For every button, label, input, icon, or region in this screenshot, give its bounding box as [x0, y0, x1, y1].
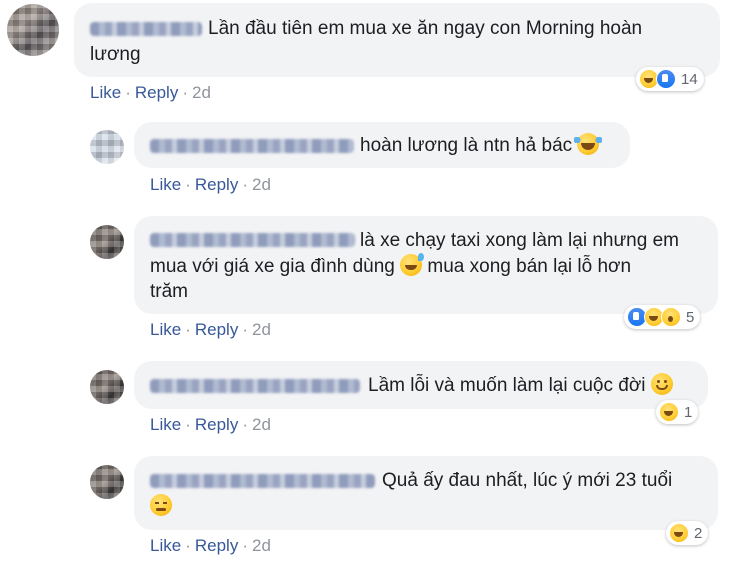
- separator: ·: [182, 83, 188, 102]
- comment-text: hoàn lương là ntn hả bác: [360, 133, 603, 158]
- separator: ·: [242, 175, 248, 194]
- tears-of-joy-emoji: [574, 133, 603, 155]
- comment-actions: Like · Reply · 2d: [150, 320, 271, 340]
- comment-text: lương: [90, 44, 141, 65]
- comment-text: trăm: [150, 281, 188, 302]
- avatar[interactable]: [90, 130, 124, 164]
- timestamp[interactable]: 2d: [252, 175, 271, 194]
- like-link[interactable]: Like: [150, 175, 181, 194]
- separator: ·: [242, 320, 248, 339]
- wow-icon: [661, 307, 681, 327]
- comment-actions: Like · Reply · 2d: [150, 536, 271, 556]
- comment-actions: Like · Reply · 2d: [150, 175, 271, 195]
- commenter-name[interactable]: [150, 139, 354, 153]
- separator: ·: [185, 320, 191, 339]
- reaction-count: 14: [681, 70, 698, 88]
- avatar[interactable]: [7, 4, 59, 56]
- timestamp[interactable]: 2d: [192, 83, 211, 102]
- timestamp[interactable]: 2d: [252, 536, 271, 555]
- like-link[interactable]: Like: [90, 83, 121, 102]
- timestamp[interactable]: 2d: [252, 415, 271, 434]
- commenter-name[interactable]: [150, 379, 360, 393]
- reply-link[interactable]: Reply: [195, 536, 238, 555]
- commenter-name[interactable]: [150, 233, 355, 247]
- separator: ·: [185, 175, 191, 194]
- like-link[interactable]: Like: [150, 536, 181, 555]
- separator: ·: [125, 83, 131, 102]
- haha-icon: [669, 523, 689, 543]
- comment-text: [150, 494, 172, 519]
- reaction-summary[interactable]: 14: [636, 67, 704, 91]
- commenter-name[interactable]: [150, 474, 375, 488]
- reply-link[interactable]: Reply: [195, 175, 238, 194]
- comment-text: Lần đầu tiên em mua xe ăn ngay con Morni…: [208, 18, 643, 39]
- avatar[interactable]: [90, 370, 124, 404]
- reaction-summary[interactable]: 1: [656, 400, 699, 424]
- avatar[interactable]: [90, 225, 124, 259]
- comment-text: mua với giá xe gia đình dùng mua xong bá…: [150, 253, 632, 277]
- like-icon: [656, 69, 676, 89]
- like-link[interactable]: Like: [150, 320, 181, 339]
- pensive-emoji: [150, 494, 172, 516]
- separator: ·: [242, 536, 248, 555]
- separator: ·: [185, 415, 191, 434]
- reaction-summary[interactable]: 2: [666, 521, 709, 545]
- timestamp[interactable]: 2d: [252, 320, 271, 339]
- like-link[interactable]: Like: [150, 415, 181, 434]
- comment-text: Lầm lỗi và muốn làm lại cuộc đời: [368, 373, 673, 398]
- haha-icon: [659, 402, 679, 422]
- comment-text: là xe chạy taxi xong làm lại nhưng em: [360, 230, 679, 251]
- smile-emoji: [650, 373, 673, 395]
- reaction-count: 2: [694, 524, 703, 542]
- avatar[interactable]: [90, 465, 124, 499]
- comment-actions: Like · Reply · 2d: [90, 83, 211, 103]
- reaction-count: 1: [684, 403, 693, 421]
- reply-link[interactable]: Reply: [195, 320, 238, 339]
- commenter-name[interactable]: [90, 22, 202, 36]
- reply-link[interactable]: Reply: [135, 83, 178, 102]
- sweat-smile-emoji: [400, 253, 425, 276]
- comment-actions: Like · Reply · 2d: [150, 415, 271, 435]
- reaction-count: 5: [686, 308, 695, 326]
- comment-text: Quả ấy đau nhất, lúc ý mới 23 tuổi: [382, 470, 673, 491]
- separator: ·: [185, 536, 191, 555]
- separator: ·: [242, 415, 248, 434]
- reply-link[interactable]: Reply: [195, 415, 238, 434]
- reaction-summary[interactable]: 5: [624, 305, 701, 329]
